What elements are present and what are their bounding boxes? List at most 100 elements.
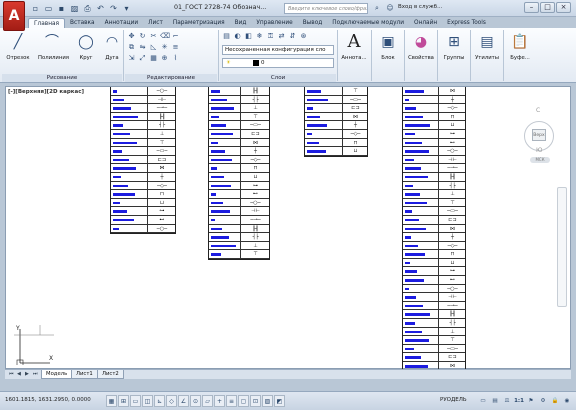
table-row[interactable]: ⊤ <box>111 138 175 148</box>
isolate-objects-icon[interactable]: ◉ <box>562 395 572 407</box>
table-row[interactable]: ⊤ <box>209 112 269 122</box>
table-row[interactable]: ─▭─ <box>403 344 465 354</box>
table-row[interactable]: ┼ <box>305 121 367 130</box>
annotation-visibility-icon[interactable]: ⚑ <box>526 395 536 407</box>
status-toggle-button[interactable]: ⊾ <box>154 395 165 407</box>
table-row[interactable]: ╟╢ <box>403 310 465 320</box>
tab-manage[interactable]: Управление <box>251 18 297 28</box>
break-icon[interactable]: ⌇ <box>171 54 180 63</box>
table-row[interactable]: ╟╢ <box>403 172 465 182</box>
table-row[interactable]: ─◇─ <box>305 129 367 139</box>
table-row[interactable]: ⊏⊐ <box>403 215 465 225</box>
status-toggle-button[interactable]: + <box>214 395 225 407</box>
table-row[interactable]: ⊷ <box>209 190 269 199</box>
tab-layout[interactable]: Лист <box>143 18 168 28</box>
table-row[interactable]: ⊷ <box>403 138 465 148</box>
tab-insert[interactable]: Вставка <box>65 18 100 28</box>
table-row[interactable]: ⊶ <box>209 181 269 191</box>
table-row[interactable]: ─◇─ <box>403 104 465 113</box>
table-row[interactable]: ⊏⊐ <box>209 129 269 139</box>
annotation-scale[interactable]: 1:1 <box>514 395 524 407</box>
save-icon[interactable]: ▪ <box>56 3 67 14</box>
navigation-bar[interactable] <box>557 187 567 307</box>
table-row[interactable]: ⊶ <box>403 267 465 277</box>
status-toggle-button[interactable]: ◩ <box>274 395 285 407</box>
tab-plugins[interactable]: Подключаемые модули <box>327 18 409 28</box>
table-row[interactable]: ⊓ <box>403 250 465 259</box>
table-row[interactable]: ┼ <box>403 233 465 242</box>
qat-dropdown-icon[interactable]: ▾ <box>121 3 132 14</box>
table-row[interactable]: ⋈ <box>111 164 175 173</box>
prev-tab-icon[interactable]: ◀ <box>17 371 21 377</box>
table-row[interactable]: ┼ <box>403 95 465 105</box>
status-toggle-button[interactable]: ▦ <box>106 395 117 407</box>
table-row[interactable]: ⊣⊢ <box>209 207 269 216</box>
status-toggle-button[interactable]: ▱ <box>202 395 213 407</box>
open-file-icon[interactable]: ▭ <box>43 3 54 14</box>
symbol-table[interactable]: ╟╢ ┤├ ⊥ ⊤ ─▭─ ⊏⊐ ⋈ ┼ ─◇─ ⊓ ⊔ ⊶ ⊷ ─○─ ⊣⊢ ─⊸─ ╟╢ ┤├ ⊥ ⊤ <box>208 87 270 260</box>
quick-view-drawings-icon[interactable]: ▤ <box>490 395 500 407</box>
table-row[interactable]: ⊥ <box>209 104 269 113</box>
erase-icon[interactable]: ⌫ <box>160 32 170 41</box>
table-row[interactable]: ┼ <box>209 147 269 156</box>
modify-panel-label[interactable]: Редактирование <box>125 74 217 82</box>
table-row[interactable]: ─▭─ <box>209 121 269 130</box>
table-row[interactable]: ⊏⊐ <box>305 104 367 113</box>
tab-express-tools[interactable]: Express Tools <box>442 18 491 28</box>
table-row[interactable]: ─◇─ <box>111 181 175 191</box>
search-input[interactable]: Введите ключевое слово/фразу <box>284 3 368 14</box>
table-row[interactable]: ╟╢ <box>209 87 269 96</box>
table-row[interactable]: ─⊸─ <box>111 104 175 113</box>
circle-button[interactable]: ◯ Круг <box>72 32 100 61</box>
line-button[interactable]: ╱ Отрезок <box>4 32 32 61</box>
properties-button[interactable]: ◕ Свойства <box>407 32 435 61</box>
polyline-button[interactable]: ⌒ Полилиния <box>38 32 69 61</box>
layer-walk-icon[interactable]: ⊛ <box>299 32 308 41</box>
workspace-icon[interactable]: ⚙ <box>538 395 548 407</box>
table-row[interactable]: ─⊸─ <box>403 164 465 173</box>
status-toggle-button[interactable]: ⊞ <box>118 395 129 407</box>
layer-state-dropdown[interactable]: Несохраненная конфигурация сло <box>222 45 334 55</box>
table-row[interactable]: ⊓ <box>111 190 175 199</box>
table-row[interactable]: ─⊸─ <box>209 215 269 225</box>
mirror-icon[interactable]: ⇋ <box>138 43 147 52</box>
last-tab-icon[interactable]: ⏭ <box>33 371 38 377</box>
table-row[interactable]: ⊔ <box>111 198 175 208</box>
table-row[interactable]: ⊔ <box>305 147 367 156</box>
tab-sheet1[interactable]: Лист1 <box>71 370 98 379</box>
scale-icon[interactable]: ⤢ <box>138 54 147 63</box>
clipboard-button[interactable]: 📋 Буфе... <box>506 32 534 61</box>
symbol-table[interactable]: ⊤ ─▭─ ⊏⊐ ⋈ ┼ ─◇─ ⊓ ⊔ <box>304 87 368 157</box>
quick-view-layouts-icon[interactable]: ▭ <box>478 395 488 407</box>
utilities-button[interactable]: ▤ Утилиты <box>473 32 501 61</box>
offset-icon[interactable]: ≡ <box>171 43 180 52</box>
table-row[interactable]: ─○─ <box>403 284 465 294</box>
status-toggle-button[interactable]: ▢ <box>238 395 249 407</box>
table-row[interactable]: ─◇─ <box>403 241 465 251</box>
layer-change-icon[interactable]: ⇵ <box>288 32 297 41</box>
explode-icon[interactable]: ✳ <box>160 43 169 52</box>
signin-button[interactable]: Вход в служб... <box>398 4 442 10</box>
print-icon[interactable]: ⎙ <box>82 3 93 14</box>
symbol-table[interactable]: ─○─ ⊣⊢ ─⊸─ ╟╢ ┤├ ⊥ ⊤ ─▭─ ⊏⊐ ⋈ ┼ ─◇─ ⊓ ⊔ ⊶ ⊷ ─○─ <box>110 87 176 235</box>
viewcube[interactable]: С Верх Ю МСК <box>520 107 560 167</box>
redo-icon[interactable]: ↷ <box>108 3 119 14</box>
tab-annotate[interactable]: Аннотации <box>100 18 144 28</box>
tab-sheet2[interactable]: Лист2 <box>97 370 124 379</box>
first-tab-icon[interactable]: ⏮ <box>9 371 14 377</box>
symbol-table[interactable]: ⋈ ┼ ─◇─ ⊓ ⊔ ⊶ ⊷ ─○─ ⊣⊢ ─⊸─ ╟╢ ┤├ ⊥ ⊤ ─▭─ ⊏⊐ ⋈ ┼ ─◇─ ⊓ ⊔ ⊶ ⊷ ─○─… <box>402 87 466 372</box>
table-row[interactable]: ╟╢ <box>209 224 269 234</box>
trim-icon[interactable]: ✂ <box>149 32 158 41</box>
tab-model[interactable]: Модель <box>41 370 73 379</box>
table-row[interactable]: ⊔ <box>403 258 465 268</box>
rotate-icon[interactable]: ↻ <box>138 32 147 41</box>
table-row[interactable]: ⊓ <box>209 164 269 173</box>
table-row[interactable]: ⊤ <box>209 250 269 259</box>
join-icon[interactable]: ⊕ <box>160 54 169 63</box>
tab-parametric[interactable]: Параметризация <box>168 18 230 28</box>
table-row[interactable]: ⋈ <box>403 224 465 234</box>
layer-isolate-icon[interactable]: ◧ <box>244 32 253 41</box>
table-row[interactable]: ─▭─ <box>403 207 465 216</box>
search-icon[interactable]: ⌕ <box>372 3 382 13</box>
table-row[interactable]: ⊶ <box>403 129 465 139</box>
